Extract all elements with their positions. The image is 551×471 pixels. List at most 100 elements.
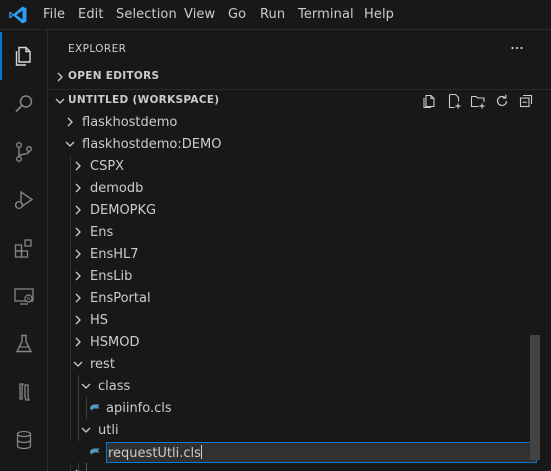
collapse-all-icon [519, 94, 533, 108]
tree-item-partial [48, 463, 530, 471]
chevron-right-icon [70, 158, 86, 174]
tree-item-label: HSMOD [90, 335, 140, 350]
run-debug-icon [14, 190, 34, 210]
sidebar-title: EXPLORER [68, 43, 127, 55]
database-button[interactable] [0, 416, 48, 464]
cls-file-icon [90, 404, 100, 411]
menu-run[interactable]: Run [260, 7, 285, 22]
tree-item-flaskhostdemo[interactable]: flaskhostdemo [48, 111, 530, 133]
objectscript-button[interactable] [0, 368, 48, 416]
new-file-icon [423, 94, 435, 109]
tree-item-hs[interactable]: HS [48, 309, 530, 331]
collapse-all-button[interactable] [516, 92, 536, 110]
remote-explorer-icon [14, 288, 34, 305]
tree-item-label: EnsHL7 [90, 247, 139, 262]
tree-item-label: demodb [90, 181, 144, 196]
text-caret [200, 445, 202, 459]
rename-input[interactable]: requestUtli.cls [106, 442, 537, 463]
tree-item-ensportal[interactable]: EnsPortal [48, 287, 530, 309]
tree-item-label: DEMOPKG [90, 203, 157, 218]
explorer-button[interactable] [0, 32, 48, 80]
chevron-down-icon [78, 378, 94, 394]
tree-item-flaskhostdemo-demo[interactable]: flaskhostdemo:DEMO [48, 133, 530, 155]
tree-item-label: EnsLib [90, 269, 133, 284]
tree-item-cspx[interactable]: CSPX [48, 155, 530, 177]
workspace-actions [420, 92, 536, 110]
extensions-icon [14, 239, 32, 258]
tree-item-label: apiinfo.cls [106, 401, 172, 416]
tree-item-rest[interactable]: rest [48, 353, 530, 375]
chevron-right-icon [52, 69, 68, 85]
tree-item-label: rest [90, 357, 115, 372]
source-control-button[interactable] [0, 128, 48, 176]
tree-item-requestutli-cls[interactable]: requestUtli.cls [48, 441, 537, 463]
chevron-down-icon [62, 136, 78, 152]
explorer-sidebar: EXPLORER OPEN EDITORS UNTITLED (WORKSPAC… [48, 30, 551, 471]
open-editors-label: OPEN EDITORS [68, 70, 160, 82]
vscode-logo-icon [9, 6, 27, 24]
chevron-down-icon [70, 356, 86, 372]
refresh-icon [496, 94, 508, 107]
cls-file-icon [90, 448, 100, 455]
explorer-icon [15, 46, 31, 66]
tree-item-hsmod[interactable]: HSMOD [48, 331, 530, 353]
tree-item-utli[interactable]: utli [48, 419, 530, 441]
tree-item-apiinfo-cls[interactable]: apiinfo.cls [48, 397, 530, 419]
chevron-right-icon [70, 202, 86, 218]
tree-item-label: EnsPortal [90, 291, 151, 306]
activity-bar [0, 30, 48, 471]
tree-item-label: HS [90, 313, 109, 328]
tree-item-enslib[interactable]: EnsLib [48, 265, 530, 287]
chevron-right-icon [70, 224, 86, 240]
tree-item-label: Ens [90, 225, 114, 240]
chevron-right-icon [70, 334, 86, 350]
menu-edit[interactable]: Edit [78, 7, 104, 22]
new-file-button-2[interactable] [444, 92, 464, 110]
tree-item-enshl7[interactable]: EnsHL7 [48, 243, 530, 265]
new-folder-button[interactable] [468, 92, 488, 110]
chevron-right-icon [70, 312, 86, 328]
chevron-right-icon [70, 466, 86, 471]
chevron-right-icon [70, 268, 86, 284]
ellipsis-icon [511, 46, 523, 50]
extensions-button[interactable] [0, 224, 48, 272]
menu-help[interactable]: Help [364, 7, 394, 22]
tree-item-ens[interactable]: Ens [48, 221, 530, 243]
search-icon [15, 95, 33, 113]
new-file-button[interactable] [420, 92, 440, 110]
chevron-down-icon [52, 93, 68, 109]
testing-button[interactable] [0, 320, 48, 368]
open-editors-header[interactable]: OPEN EDITORS [48, 66, 551, 88]
chevron-right-icon [70, 180, 86, 196]
intersystems-objectscript-icon [19, 383, 30, 401]
tree-item-class[interactable]: class [48, 375, 530, 397]
chevron-right-icon [70, 290, 86, 306]
tree-item-demodb[interactable]: demodb [48, 177, 530, 199]
menu-selection[interactable]: Selection [116, 7, 177, 22]
rename-input-value: requestUtli.cls [108, 446, 201, 461]
menu-view[interactable]: View [184, 7, 215, 22]
menu-bar: File Edit Selection View Go Run Terminal… [0, 0, 551, 30]
chevron-down-icon [78, 422, 94, 438]
more-actions-button[interactable] [508, 39, 526, 57]
search-button[interactable] [0, 80, 48, 128]
scrollbar-thumb[interactable] [530, 335, 540, 460]
run-debug-button[interactable] [0, 176, 48, 224]
remote-explorer-button[interactable] [0, 272, 48, 320]
workspace-label: UNTITLED (WORKSPACE) [68, 94, 220, 106]
tree-item-label: utli [98, 423, 119, 438]
chevron-right-icon [70, 246, 86, 262]
menu-file[interactable]: File [43, 7, 65, 22]
new-file-icon [448, 93, 461, 109]
new-folder-icon [470, 95, 485, 109]
tree-item-label: CSPX [90, 159, 125, 174]
chevron-right-icon [62, 114, 78, 130]
menu-go[interactable]: Go [228, 7, 246, 22]
database-icon [16, 430, 32, 450]
refresh-button[interactable] [492, 92, 512, 110]
tree-item-label: flaskhostdemo [82, 115, 178, 130]
tree-item-label: class [98, 379, 131, 394]
tree-item-label: flaskhostdemo:DEMO [82, 137, 222, 152]
tree-item-demopkg[interactable]: DEMOPKG [48, 199, 530, 221]
menu-terminal[interactable]: Terminal [298, 7, 354, 22]
